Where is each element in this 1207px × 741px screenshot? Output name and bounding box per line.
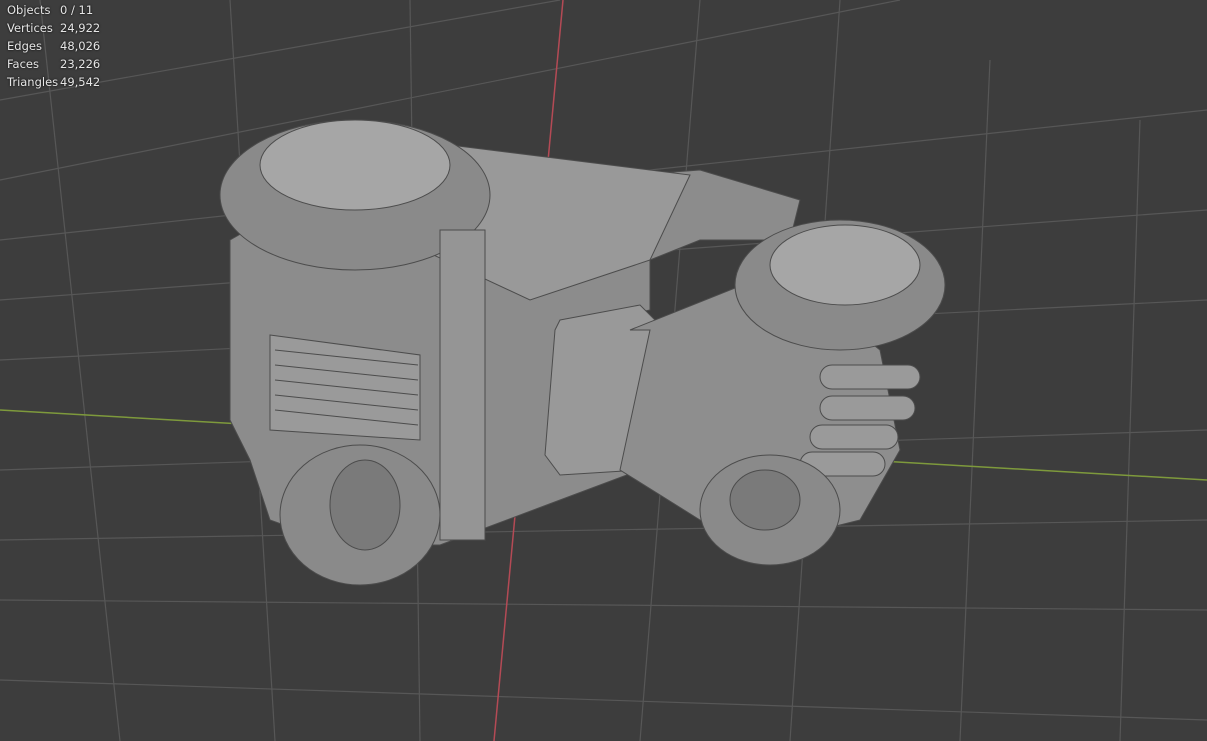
stat-value: 48,026 xyxy=(60,39,101,53)
mesh-wheel-front-bottom xyxy=(699,454,841,566)
stat-label: Vertices xyxy=(7,21,53,35)
3d-viewport[interactable]: Objects 0 / 11 Vertices 24,922 Edges 48,… xyxy=(0,0,1207,741)
stat-faces: Faces 23,226 xyxy=(7,55,100,73)
stat-value: 24,922 xyxy=(60,21,101,35)
stat-label: Objects xyxy=(7,3,51,17)
stat-value: 0 / 11 xyxy=(60,3,94,17)
viewport-scene[interactable] xyxy=(0,0,1207,741)
stat-edges: Edges 48,026 xyxy=(7,37,100,55)
stat-value: 49,542 xyxy=(60,75,101,89)
stat-value: 23,226 xyxy=(60,57,101,71)
vehicle-mesh[interactable] xyxy=(219,119,946,586)
stat-objects: Objects 0 / 11 xyxy=(7,1,100,19)
stat-label: Faces xyxy=(7,57,39,71)
mesh-wheel-front-top xyxy=(734,219,946,351)
stat-label: Edges xyxy=(7,39,42,53)
mesh-wheel-rear-bottom xyxy=(279,444,441,586)
stat-vertices: Vertices 24,922 xyxy=(7,19,100,37)
stat-label: Triangles xyxy=(7,75,59,89)
stat-triangles: Triangles 49,542 xyxy=(7,73,100,91)
mesh-rear-axle xyxy=(439,229,486,541)
statistics-overlay: Objects 0 / 11 Vertices 24,922 Edges 48,… xyxy=(7,1,100,91)
